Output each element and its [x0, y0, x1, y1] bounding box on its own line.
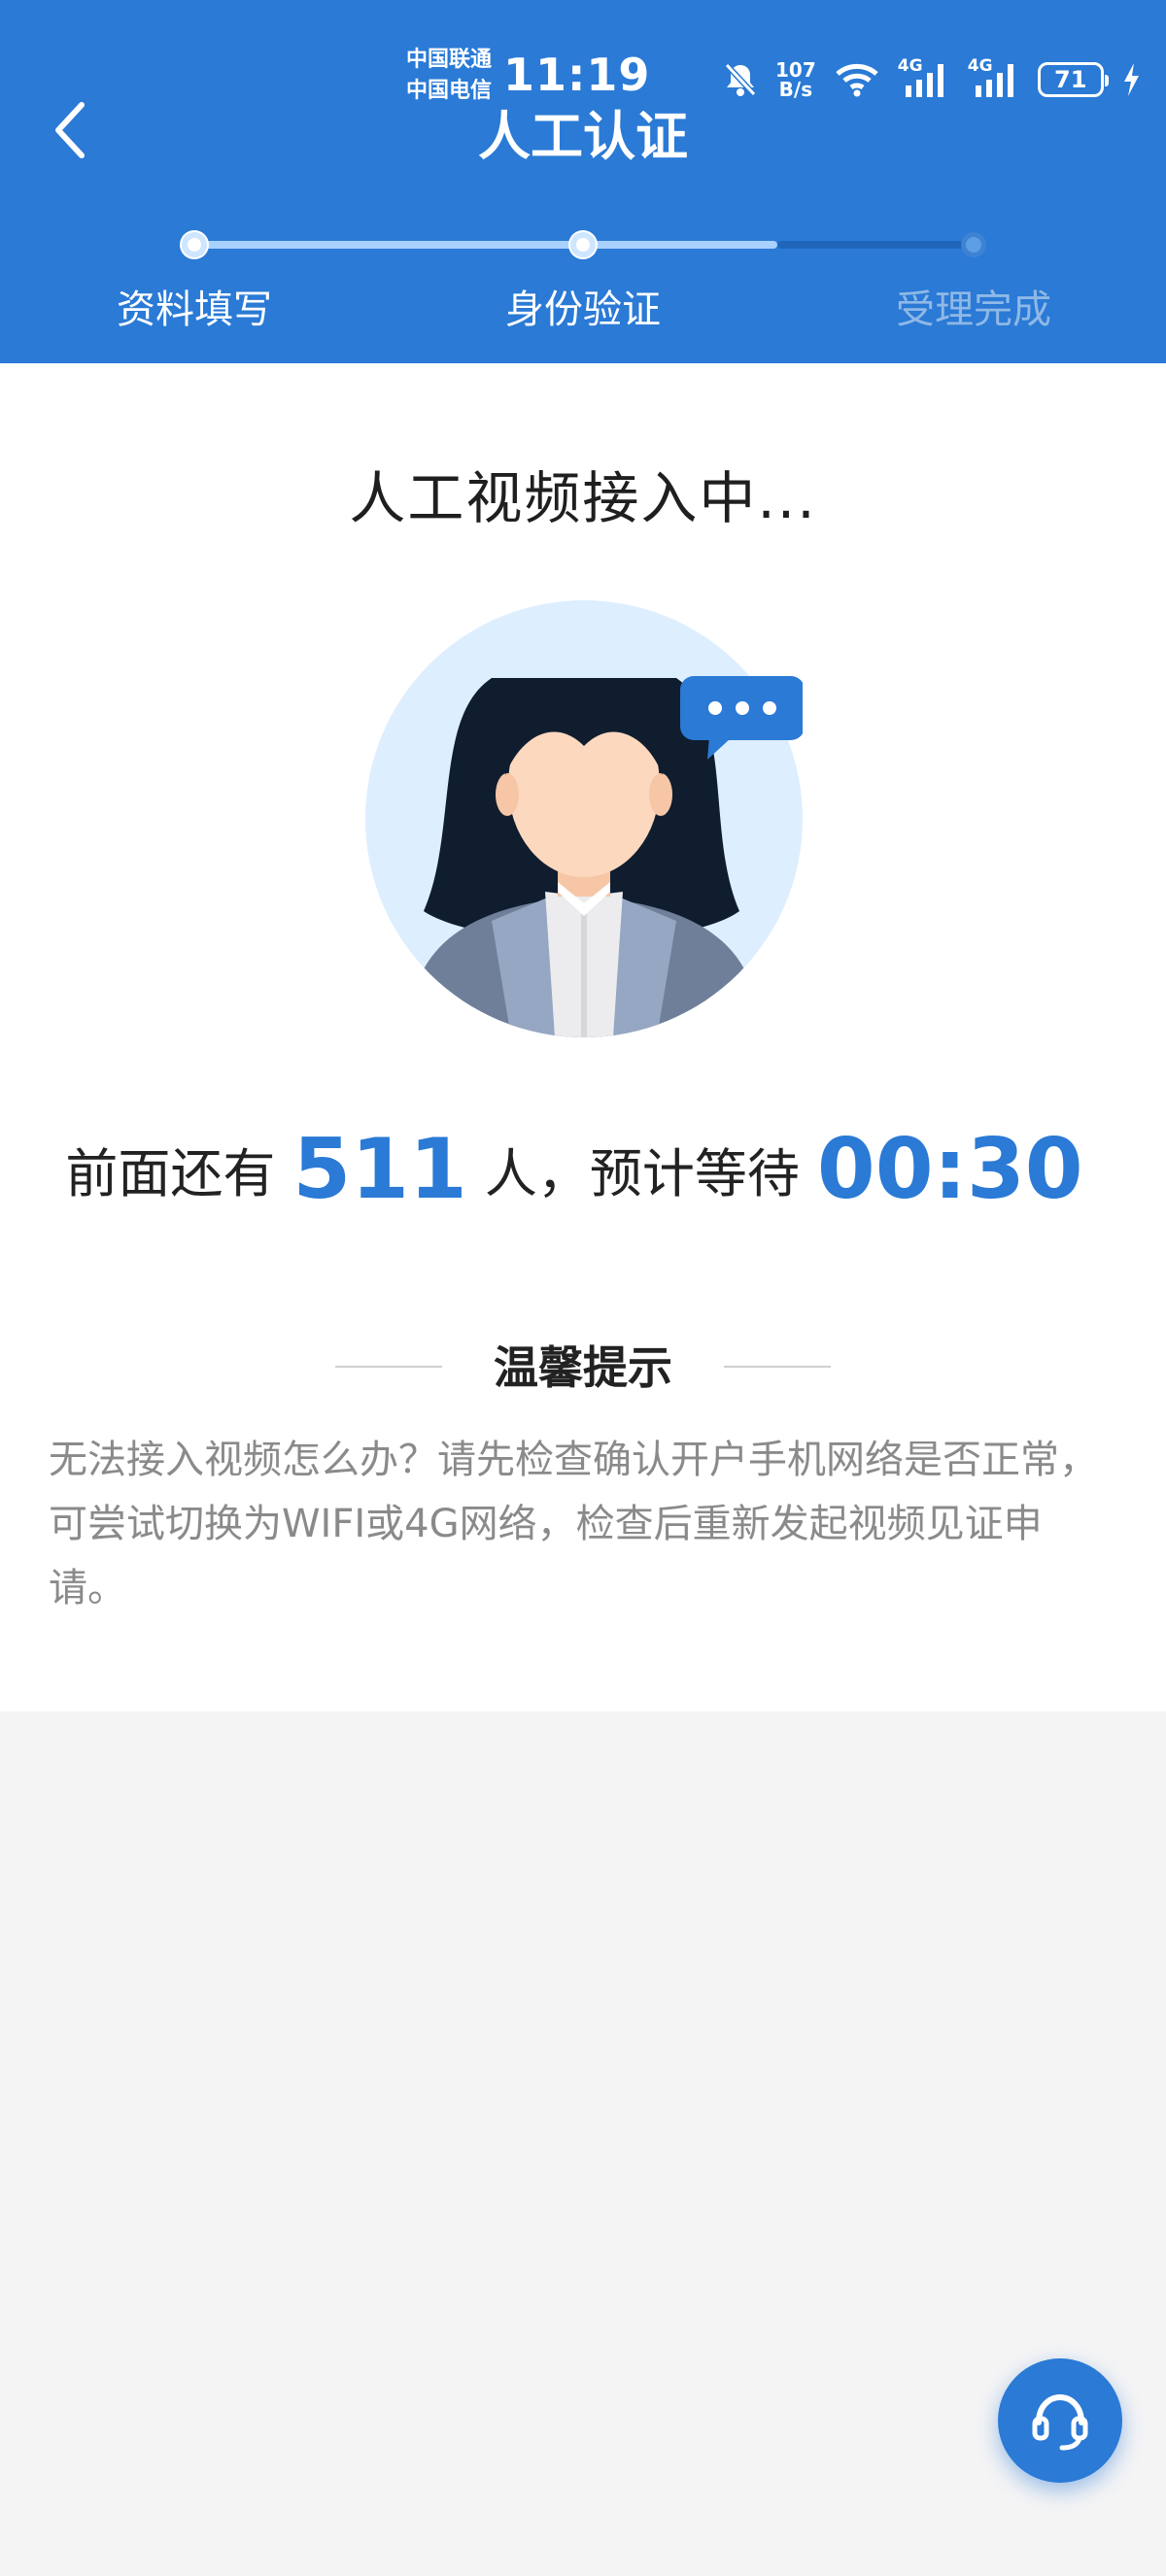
progress-steps: 资料填写 身份验证 受理完成 — [0, 221, 1166, 338]
step-label-1: 资料填写 — [117, 288, 272, 332]
step-dot-2 — [570, 232, 596, 257]
step-label-2: 身份验证 — [505, 288, 661, 332]
tips-text: 无法接入视频怎么办？请先检查确认开户手机网络是否正常，可尝试切换为WIFI或4G… — [49, 1438, 1098, 1610]
queue-prefix: 前面还有 — [65, 1143, 276, 1204]
step-dot-1 — [182, 232, 207, 257]
estimated-wait-time: 00:30 — [816, 1121, 1083, 1218]
step-dot-3 — [961, 232, 986, 257]
queue-info: 前面还有 511 人，预计等待 00:30 — [0, 1121, 1166, 1218]
tips-divider-right — [724, 1366, 831, 1368]
connection-status-heading: 人工视频接入中... — [349, 465, 817, 531]
carrier-1: 中国联通 — [406, 48, 493, 72]
page-title: 人工认证 — [478, 106, 688, 167]
customer-service-button[interactable] — [998, 2358, 1122, 2483]
tips-title: 温馨提示 — [494, 1341, 672, 1394]
battery-indicator: 71 — [1037, 62, 1109, 97]
queue-card: 人工视频接入中... 前面还有 511 人，预计等待 00:30 温馨提示 无法… — [0, 363, 1166, 1712]
people-ahead-count: 511 — [292, 1121, 467, 1218]
wifi-icon — [836, 63, 878, 97]
header-bar: 中国联通 中国电信 11:19 107 B/s 4G 4G 71 人工认证 资料… — [0, 0, 1166, 363]
customer-service-agent-illustration — [365, 600, 803, 1037]
headset-icon — [1032, 2393, 1088, 2451]
progress-track-pending — [777, 241, 974, 249]
step-label-3: 受理完成 — [896, 288, 1051, 332]
queue-middle: 人，预计等待 — [484, 1143, 800, 1204]
progress-track-done — [194, 241, 777, 249]
